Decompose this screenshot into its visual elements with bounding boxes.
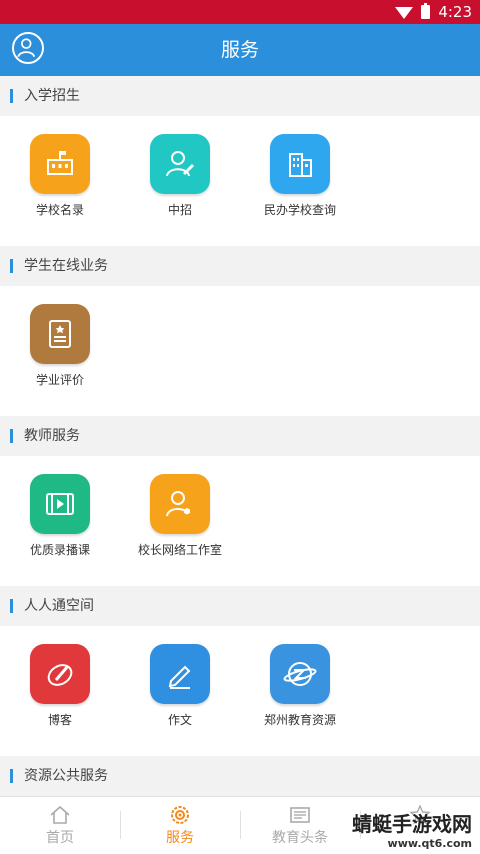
tile-academic-evaluation[interactable]: 学业评价 — [0, 304, 120, 388]
pencil-icon — [150, 644, 210, 704]
globe-icon — [270, 644, 330, 704]
section-title: 人人通空间 — [24, 598, 94, 614]
certificate-icon — [30, 304, 90, 364]
status-bar: 4:23 — [0, 0, 480, 24]
tab-education-news[interactable]: 教育头条 — [240, 797, 360, 854]
building-icon — [270, 134, 330, 194]
section-title: 资源公共服务 — [24, 768, 108, 784]
section-enrollment: 学校名录 中招 民办学校查询 — [0, 116, 480, 246]
tab-label: 首页 — [46, 830, 74, 846]
tile-composition[interactable]: 作文 — [120, 644, 240, 728]
tile-label: 博客 — [47, 713, 72, 727]
tile-label: 郑州教育资源 — [263, 713, 336, 727]
tile-zhengzhou-resources[interactable]: 郑州教育资源 — [240, 644, 360, 728]
principal-icon — [150, 474, 210, 534]
section-header-public-resources: 资源公共服务 — [0, 756, 480, 796]
school-icon — [30, 134, 90, 194]
battery-icon — [421, 3, 431, 19]
tab-service[interactable]: 服务 — [120, 797, 240, 854]
wifi-icon — [395, 7, 414, 19]
tab-label: 教育头条 — [272, 830, 328, 846]
section-header-student: 学生在线业务 — [0, 246, 480, 286]
header: 服务 — [0, 24, 480, 76]
tile-label: 优质录播课 — [29, 543, 90, 557]
user-edit-icon — [150, 134, 210, 194]
section-student: 学业评价 — [0, 286, 480, 416]
tile-label: 学校名录 — [35, 203, 84, 217]
tile-private-school-search[interactable]: 民办学校查询 — [240, 134, 360, 218]
tile-label: 民办学校查询 — [263, 203, 336, 217]
tile-label: 作文 — [167, 713, 192, 727]
section-title: 入学招生 — [24, 88, 80, 104]
watermark-text: 蜻蜓手游戏网 — [352, 812, 472, 836]
section-title: 学生在线业务 — [24, 258, 108, 274]
blog-icon — [30, 644, 90, 704]
news-icon — [289, 805, 311, 825]
status-time: 4:23 — [438, 3, 472, 21]
tab-label: 服务 — [166, 830, 194, 846]
section-space: 博客 作文 郑州教育资源 — [0, 626, 480, 756]
section-marker — [10, 259, 13, 273]
tile-school-directory[interactable]: 学校名录 — [0, 134, 120, 218]
tile-recorded-lessons[interactable]: 优质录播课 — [0, 474, 120, 558]
watermark: 蜻蜓手游戏网 www.qt6.com — [352, 808, 472, 850]
service-icon — [169, 805, 191, 825]
watermark-url: www.qt6.com — [387, 837, 472, 850]
video-icon — [30, 474, 90, 534]
tile-label: 学业评价 — [35, 373, 84, 387]
section-teacher: 优质录播课 校长网络工作室 — [0, 456, 480, 586]
section-title: 教师服务 — [24, 428, 80, 444]
tab-home[interactable]: 首页 — [0, 797, 120, 854]
tile-label: 校长网络工作室 — [137, 543, 222, 557]
tile-label: 中招 — [167, 203, 192, 217]
page-title: 服务 — [220, 39, 259, 61]
tile-principal-studio[interactable]: 校长网络工作室 — [120, 474, 240, 558]
section-marker — [10, 89, 13, 103]
home-icon — [49, 805, 71, 825]
section-marker — [10, 599, 13, 613]
section-header-enrollment: 入学招生 — [0, 76, 480, 116]
tile-high-school-admission[interactable]: 中招 — [120, 134, 240, 218]
bottom-tab-bar: 首页 服务 教育头条 蜻蜓手游戏网 www.qt6.com — [0, 796, 480, 854]
section-header-teacher: 教师服务 — [0, 416, 480, 456]
tile-blog[interactable]: 博客 — [0, 644, 120, 728]
section-header-space: 人人通空间 — [0, 586, 480, 626]
section-marker — [10, 769, 13, 783]
section-marker — [10, 429, 13, 443]
